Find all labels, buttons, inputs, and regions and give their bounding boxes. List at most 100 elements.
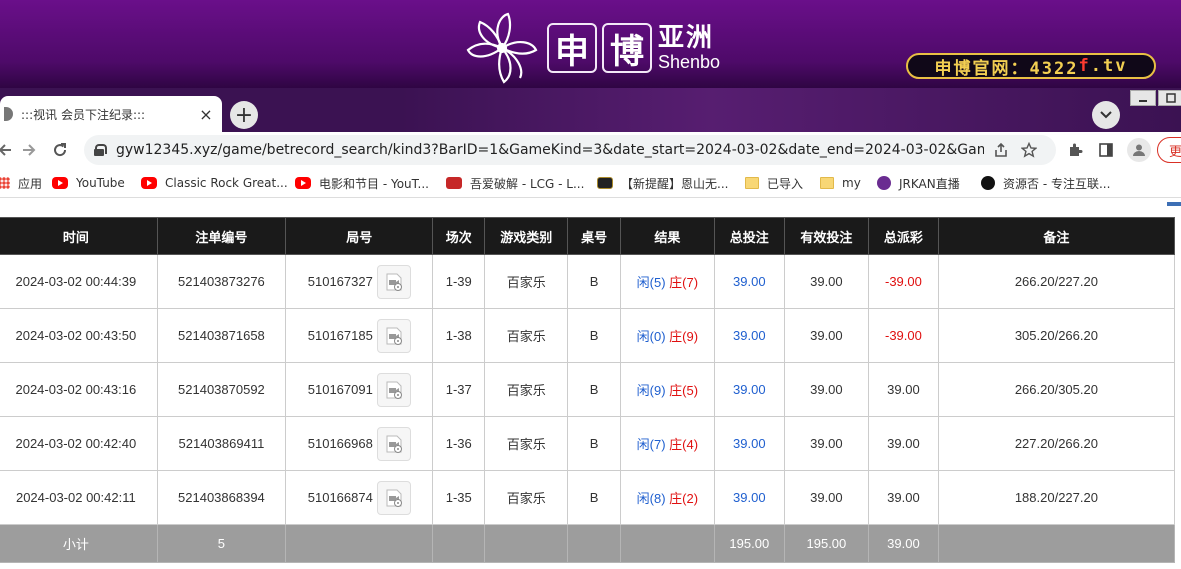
profile-avatar-icon[interactable] — [1127, 138, 1151, 162]
cell-table-no: B — [567, 470, 621, 525]
official-site-f: f — [1078, 56, 1091, 76]
header-payout: 总派彩 — [868, 217, 939, 255]
cell-round: 510166874 — [285, 470, 434, 525]
bookmark-movies[interactable]: 电影和节目 - YouT... — [295, 174, 429, 192]
star-icon[interactable] — [1018, 139, 1040, 161]
bookmark-label: Classic Rock Great... — [165, 176, 288, 190]
bookmark-jrkan[interactable]: JRKAN直播 — [877, 174, 960, 192]
subtotal-total-bet: 195.00 — [713, 524, 785, 563]
round-number: 510167091 — [307, 382, 373, 397]
close-icon[interactable]: × — [196, 104, 216, 124]
enshan-icon — [597, 177, 613, 189]
bookmark-classic-rock[interactable]: Classic Rock Great... — [141, 174, 288, 192]
round-number: 510167185 — [307, 328, 373, 343]
cell-table-no: B — [567, 308, 621, 363]
cell-bet-id: 521403868394 — [156, 470, 287, 525]
cell-round: 510167185 — [285, 308, 434, 363]
cell-result: 闲(7) 庄(4) — [619, 416, 715, 471]
table-row: 2024-03-02 00:44:39 521403873276 510167327… — [0, 254, 1176, 309]
table-row: 2024-03-02 00:43:50 521403871658 510167185… — [0, 308, 1176, 363]
subtotal-valid-bet: 195.00 — [783, 524, 870, 563]
bet-record-table: 时间 注单编号 局号 场次 游戏类别 桌号 结果 总投注 有效投注 总派彩 备注… — [0, 217, 1176, 563]
share-icon[interactable] — [990, 139, 1012, 161]
result-player: 闲(8) — [636, 491, 666, 506]
folder-icon — [745, 177, 759, 189]
apps-icon — [0, 177, 10, 189]
cell-game-type: 百家乐 — [484, 470, 569, 525]
cell-total-bet: 39.00 — [713, 254, 785, 309]
cell-bet-id: 521403870592 — [156, 362, 287, 417]
maximize-button[interactable] — [1158, 90, 1181, 106]
bookmark-label: my — [842, 176, 861, 190]
result-banker: 庄(2) — [669, 491, 699, 506]
header-round: 局号 — [285, 217, 434, 255]
cell-payout: 39.00 — [868, 470, 939, 525]
flower-logo-icon — [466, 12, 538, 84]
header-total-bet: 总投注 — [713, 217, 785, 255]
cell-session: 1-37 — [432, 362, 486, 417]
forward-button[interactable] — [16, 137, 42, 163]
cell-result: 闲(0) 庄(9) — [619, 308, 715, 363]
jrkan-icon — [877, 176, 891, 190]
reload-button[interactable] — [47, 137, 73, 163]
bookmark-enshan[interactable]: 【新提醒】恩山无... — [597, 174, 728, 192]
cell-round: 510166968 — [285, 416, 434, 471]
video-replay-icon[interactable] — [376, 480, 411, 515]
cell-result: 闲(5) 庄(7) — [619, 254, 715, 309]
ziyuan-icon — [981, 176, 995, 190]
bookmark-ziyuan[interactable]: 资源否 - 专注互联... — [981, 174, 1110, 192]
bookmark-label: 应用 — [18, 176, 43, 191]
side-panel-icon[interactable] — [1093, 137, 1119, 163]
bookmark-lcg[interactable]: 吾爱破解 - LCG - L... — [446, 174, 584, 192]
logo-en: Shenbo — [658, 52, 721, 72]
bookmark-apps[interactable]: 应用 — [0, 174, 42, 192]
bookmark-label: 资源否 - 专注互联... — [1003, 176, 1111, 191]
cell-valid-bet: 39.00 — [783, 362, 870, 417]
video-replay-icon[interactable] — [376, 318, 411, 353]
official-site-badge: 申博官网：4322 f .tv — [906, 53, 1156, 79]
bookmark-youtube[interactable]: YouTube — [52, 174, 125, 192]
video-replay-icon[interactable] — [376, 264, 411, 299]
video-replay-icon[interactable] — [376, 372, 411, 407]
cell-total-bet: 39.00 — [713, 362, 785, 417]
bookmark-folder-imported[interactable]: 已导入 — [745, 174, 803, 192]
cell-table-no: B — [567, 416, 621, 471]
cell-time: 2024-03-02 00:43:16 — [0, 362, 158, 417]
minimize-button[interactable] — [1130, 90, 1156, 106]
header-session: 场次 — [432, 217, 486, 255]
result-banker: 庄(4) — [669, 437, 699, 452]
video-replay-icon[interactable] — [376, 426, 411, 461]
bookmark-label: 已导入 — [767, 176, 804, 191]
empty-cell — [484, 524, 569, 563]
tab-bet-record[interactable]: :::视讯 会员下注纪录::: × — [0, 96, 222, 132]
logo-char-bo: 博 — [602, 23, 652, 73]
new-tab-button[interactable]: + — [230, 101, 258, 129]
extensions-icon[interactable] — [1062, 137, 1088, 163]
table-header-row: 时间 注单编号 局号 场次 游戏类别 桌号 结果 总投注 有效投注 总派彩 备注 — [0, 217, 1176, 255]
empty-cell — [432, 524, 486, 563]
header-time: 时间 — [0, 217, 158, 255]
cell-total-bet: 39.00 — [713, 470, 785, 525]
youtube-icon — [52, 177, 68, 189]
cell-note: 266.20/227.20 — [937, 254, 1176, 309]
globe-icon — [4, 107, 13, 121]
url-text[interactable]: gyw12345.xyz/game/betrecord_search/kind3… — [116, 142, 984, 158]
bookmark-label: 【新提醒】恩山无... — [621, 176, 729, 191]
cell-game-type: 百家乐 — [484, 254, 569, 309]
tab-search-button[interactable] — [1092, 101, 1120, 129]
logo-char-shen: 申 — [547, 23, 597, 73]
back-arrow-icon — [0, 144, 11, 156]
maximize-icon — [1166, 93, 1176, 103]
result-player: 闲(9) — [636, 383, 666, 398]
result-banker: 庄(9) — [669, 329, 699, 344]
result-banker: 庄(5) — [669, 383, 699, 398]
update-button[interactable]: 更 — [1157, 137, 1181, 163]
address-bar[interactable]: gyw12345.xyz/game/betrecord_search/kind3… — [84, 135, 1056, 165]
cell-session: 1-39 — [432, 254, 486, 309]
cell-game-type: 百家乐 — [484, 416, 569, 471]
minimize-icon — [1139, 100, 1147, 102]
header-valid-bet: 有效投注 — [783, 217, 870, 255]
bookmark-folder-my[interactable]: my — [820, 174, 861, 192]
result-player: 闲(0) — [636, 329, 666, 344]
result-player: 闲(7) — [636, 437, 666, 452]
